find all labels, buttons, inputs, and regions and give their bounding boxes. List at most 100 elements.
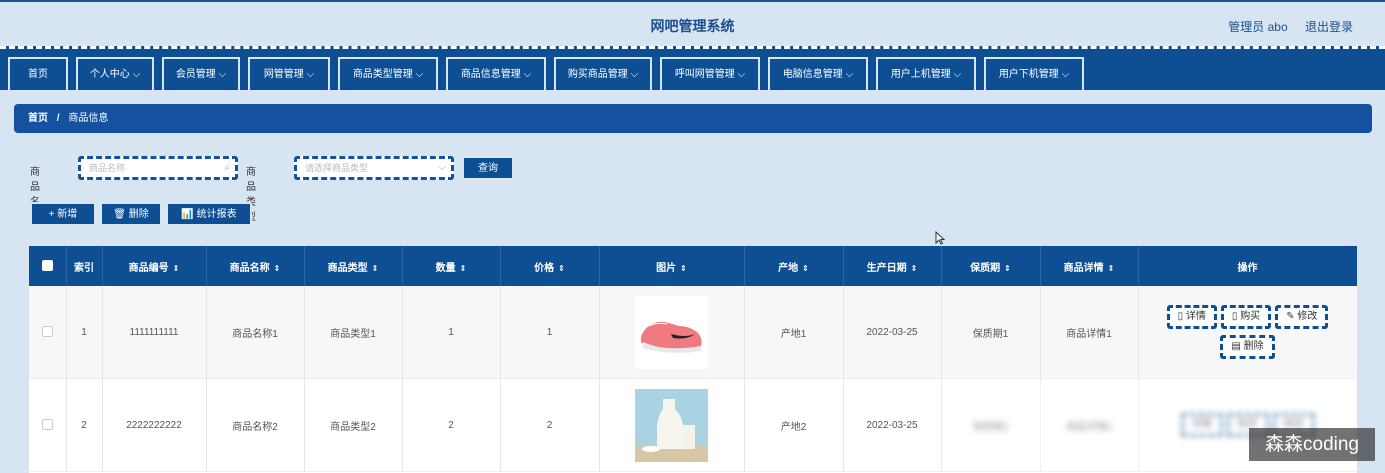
logout-link[interactable]: 退出登录 [1305,20,1353,34]
detail-button-label: 详情 [1191,419,1212,430]
nav-computer-info-management[interactable]: 电脑信息管理 ⌵ [768,57,868,90]
row-type: 商品类型1 [304,286,403,379]
product-type-select[interactable]: 请选择商品类型 ⌵ [294,156,454,180]
product-name-placeholder: 商品名称 [89,163,126,173]
sort-icon[interactable]: ⇕ [1108,264,1115,273]
sort-icon[interactable]: ⇕ [558,264,565,273]
row-ops: ▯ 详情 ▯ 购买 ✎ 修改 ▤ 删除 [1138,286,1357,379]
row-shelf: 保质期2 [941,378,1041,472]
sort-icon[interactable]: ⇕ [173,264,180,273]
row-price: 2 [500,378,600,472]
row-name: 商品名称1 [206,286,305,379]
header-image[interactable]: 图片 ⇕ [599,246,745,286]
row-name: 商品名称2 [206,378,305,472]
shoe-image[interactable] [635,295,708,369]
table-row: 2 2222222222 商品名称2 商品类型2 2 2 产地2 2022-03… [29,378,1357,472]
buy-button[interactable]: ▯ 购买 [1220,305,1272,329]
sort-icon[interactable]: ⇕ [911,264,918,273]
detail-button-label: 详情 [1185,311,1206,322]
document-icon: ▯ [1231,311,1241,322]
admin-user-label[interactable]: 管理员 abo [1228,20,1287,34]
row-code: 1111111111 [102,286,207,379]
row-qty: 1 [402,286,501,379]
pencil-icon: ✎ [1286,311,1298,322]
milk-image[interactable] [635,388,708,462]
user-area: 管理员 abo 退出登录 [1214,18,1353,35]
table-header-row: 索引 商品编号 ⇕ 商品名称 ⇕ 商品类型 ⇕ 数量 ⇕ 价格 ⇕ 图片 ⇕ 产地 ⇕ 生产日… [29,246,1357,286]
delete-button[interactable]: ▤ 删除 [1220,335,1275,359]
mouse-cursor-icon [935,231,945,245]
nav-admin-management[interactable]: 网管管理 ⌵ [248,57,330,90]
nav-call-admin-management[interactable]: 呼叫网管管理 ⌵ [660,57,760,90]
row-checkbox[interactable] [41,419,53,431]
delete-button-label: 删除 [1243,341,1264,352]
product-name-input[interactable]: 商品名称 ⌕ [78,156,238,180]
table-row: 1 1111111111 商品名称1 商品类型1 1 1 产地1 2022-03… [29,286,1357,379]
row-detail: 商品详情1 [1040,286,1139,379]
sort-icon[interactable]: ⇕ [274,264,281,273]
row-select-cell[interactable] [29,286,67,379]
header-ops: 操作 [1138,246,1357,286]
add-button[interactable]: + 新增 [30,202,96,226]
header-origin[interactable]: 产地 ⇕ [744,246,844,286]
header-index: 索引 [66,246,103,286]
header-shelf[interactable]: 保质期 ⇕ [941,246,1041,286]
sort-icon[interactable]: ⇕ [372,264,379,273]
nav-product-type-management[interactable]: 商品类型管理 ⌵ [338,57,438,90]
header-code[interactable]: 商品编号 ⇕ [102,246,207,286]
breadcrumb-home[interactable]: 首页 [28,113,48,124]
row-type: 商品类型2 [304,378,403,472]
header-qty-label: 数量 [435,262,456,274]
sort-icon[interactable]: ⇕ [460,264,467,273]
header-shelf-label: 保质期 [970,262,1001,274]
product-type-placeholder: 请选择商品类型 [305,163,369,173]
header-name[interactable]: 商品名称 ⇕ [206,246,305,286]
header-date-label: 生产日期 [866,262,907,274]
nav-product-info-management[interactable]: 商品信息管理 ⌵ [446,57,546,90]
nav-member-management[interactable]: 会员管理 ⌵ [162,57,240,90]
row-checkbox[interactable] [41,326,53,338]
row-detail: 商品详情2 [1040,378,1139,472]
batch-delete-button[interactable]: 🗑 删除 [100,202,162,226]
query-button[interactable]: 查询 [462,156,514,180]
row-date: 2022-03-25 [843,378,942,472]
row-image-cell [599,286,745,379]
detail-button[interactable]: ▯ 详情 [1166,305,1217,329]
header-name-label: 商品名称 [229,262,270,274]
edit-button-label: 修改 [1297,311,1318,322]
header-price[interactable]: 价格 ⇕ [500,246,600,286]
nav-home[interactable]: 首页 [8,57,68,90]
sort-icon[interactable]: ⇕ [1004,264,1011,273]
header-detail[interactable]: 商品详情 ⇕ [1040,246,1139,286]
header-date[interactable]: 生产日期 ⇕ [843,246,942,286]
detail-button[interactable]: 详情 [1180,413,1223,437]
sort-icon[interactable]: ⇕ [680,264,687,273]
row-origin: 产地1 [744,286,844,379]
nav-personal-center[interactable]: 个人中心 ⌵ [76,57,154,90]
row-qty: 2 [402,378,501,472]
edit-button[interactable]: ✎ 修改 [1275,305,1329,329]
row-price: 1 [500,286,600,379]
select-all-checkbox[interactable] [41,260,53,272]
sort-icon[interactable]: ⇕ [802,264,809,273]
document-icon: ▯ [1177,311,1186,322]
breadcrumb-separator: / [56,113,60,124]
nav-login-session-management[interactable]: 用户上机管理 ⌵ [876,57,976,90]
row-index: 2 [66,378,103,472]
header-select-all[interactable] [29,246,67,286]
row-index: 1 [66,286,103,379]
row-origin: 产地2 [744,378,844,472]
header-type[interactable]: 商品类型 ⇕ [304,246,403,286]
breadcrumb-current: 商品信息 [68,113,109,124]
statistics-report-button[interactable]: 📊 统计报表 [166,202,252,226]
row-image-cell [599,378,745,472]
nav-purchase-management[interactable]: 购买商品管理 ⌵ [554,57,652,90]
app-title: 网吧管理系统 [650,18,735,34]
buy-button-label: 购买 [1240,311,1261,322]
nav-logout-session-management[interactable]: 用户下机管理 ⌵ [984,57,1084,90]
header-qty[interactable]: 数量 ⇕ [402,246,501,286]
row-select-cell[interactable] [29,378,67,472]
header-price-label: 价格 [534,262,555,274]
breadcrumb: 首页 / 商品信息 [14,104,1372,133]
row-code: 2222222222 [102,378,207,472]
